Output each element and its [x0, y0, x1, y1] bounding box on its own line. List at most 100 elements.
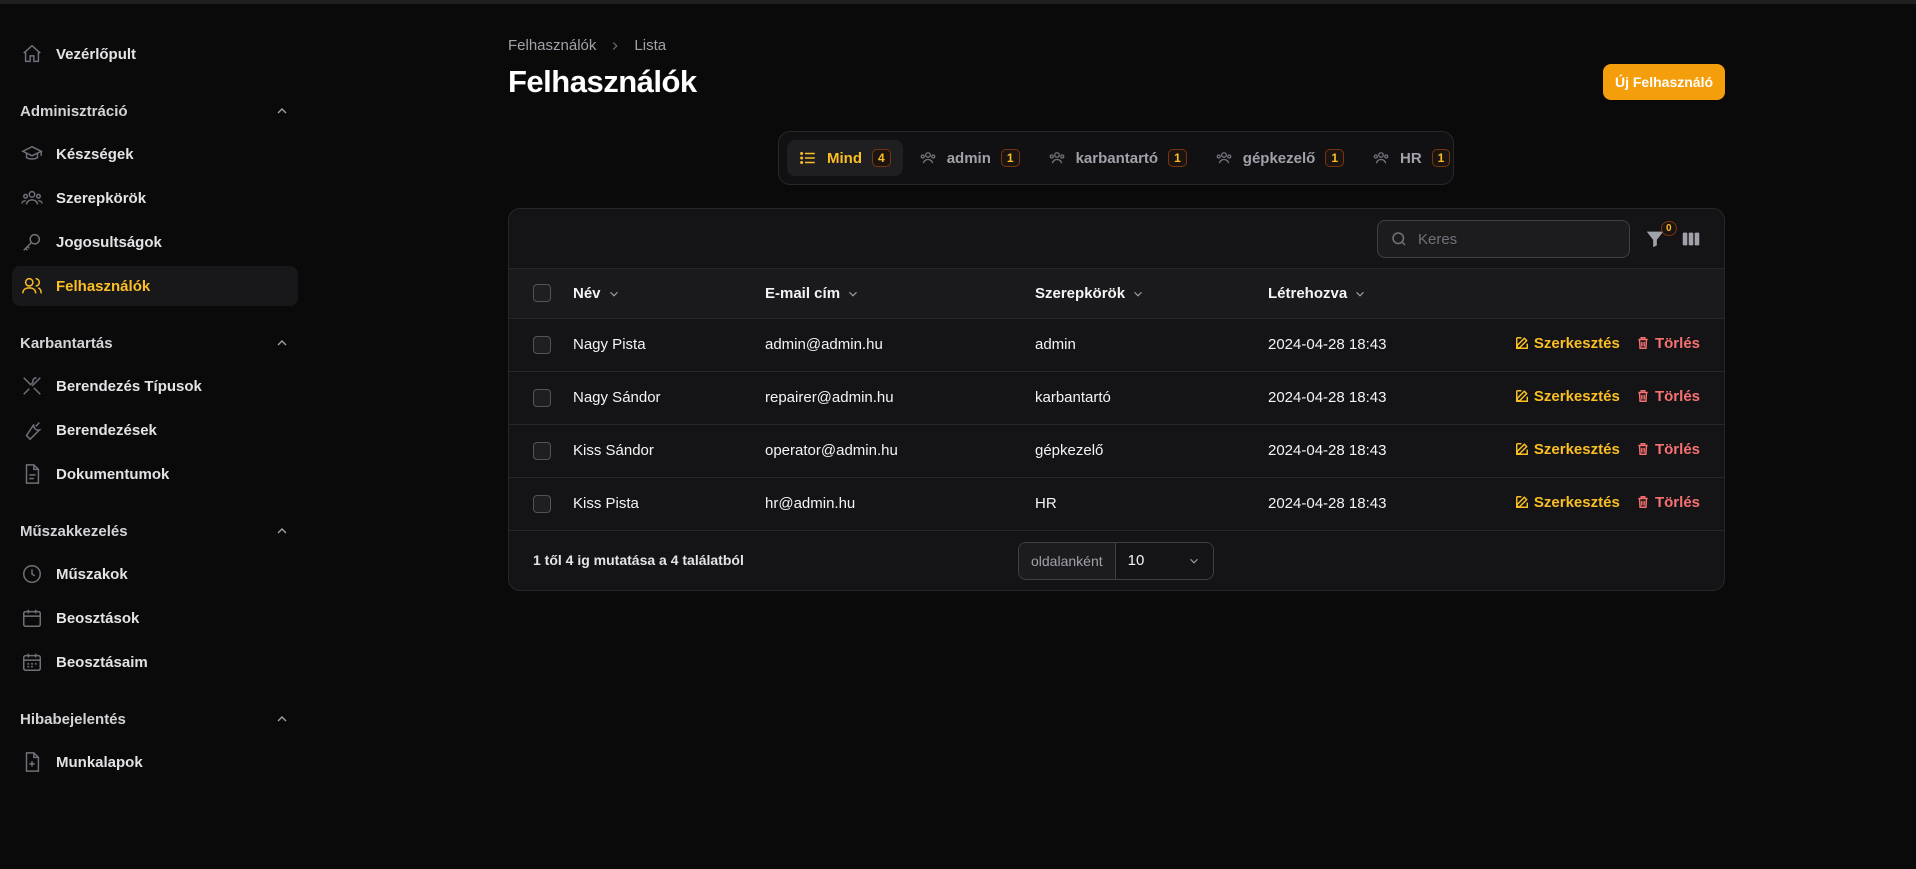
edit-button[interactable]: Szerkesztés: [1515, 335, 1620, 352]
delete-button[interactable]: Törlés: [1636, 441, 1700, 458]
row-actions: Szerkesztés Törlés: [1488, 318, 1724, 371]
trash-icon: [1638, 390, 1648, 403]
column-header-name[interactable]: Név: [573, 269, 765, 318]
delete-button[interactable]: Törlés: [1636, 335, 1700, 352]
delete-label: Törlés: [1654, 493, 1700, 511]
column-header-label: E-mail cím: [765, 284, 841, 302]
tab-admin[interactable]: admin 1: [907, 140, 1032, 176]
table-row: Kiss Sándor operator@admin.hu gépkezelő …: [509, 424, 1724, 477]
cell-role: karbantartó: [1035, 389, 1111, 406]
sidebar-item-label: Szerepkörök: [56, 189, 147, 207]
row-checkbox[interactable]: [533, 441, 551, 460]
tab-count-badge: 1: [1431, 149, 1451, 167]
edit-label: Szerkesztés: [1533, 334, 1620, 352]
tab-label: gépkezelő: [1242, 149, 1316, 167]
column-header-actions: [1488, 269, 1724, 318]
chevron-down-icon: [1356, 291, 1365, 297]
select-all-checkbox[interactable]: [533, 284, 551, 303]
sidebar-item-skills[interactable]: Készségek: [12, 134, 298, 174]
calendar-days-icon: [20, 650, 44, 674]
per-page-dropdown[interactable]: 10: [1115, 542, 1213, 579]
search-input[interactable]: [1418, 230, 1598, 248]
sidebar-item-equipment-types[interactable]: Berendezés Típusok: [12, 366, 298, 406]
edit-icon: [1515, 337, 1528, 350]
tab-count-badge: 1: [1168, 149, 1187, 167]
edit-button[interactable]: Szerkesztés: [1515, 388, 1620, 405]
sidebar-item-dashboard[interactable]: Vezérlőpult: [12, 34, 298, 74]
users-icon: [1216, 152, 1232, 164]
chevron-down-icon: [1190, 558, 1198, 564]
row-checkbox[interactable]: [533, 388, 551, 407]
column-header-email[interactable]: E-mail cím: [765, 269, 1035, 318]
table-row: Nagy Sándor repairer@admin.hu karbantart…: [509, 371, 1724, 424]
per-page-label: oldalanként: [1019, 542, 1116, 579]
sidebar-item-label: Beosztások: [56, 609, 140, 627]
sidebar-item-documents[interactable]: Dokumentumok: [12, 454, 298, 494]
table-toolbar: 0: [509, 209, 1724, 269]
tab-count-badge: 1: [1000, 149, 1020, 167]
sidebar-item-schedules[interactable]: Beosztások: [12, 598, 298, 638]
sidebar-item-permissions[interactable]: Jogosultságok: [12, 222, 298, 262]
column-header-roles[interactable]: Szerepkörök: [1035, 269, 1268, 318]
tab-operator[interactable]: gépkezelő 1: [1203, 140, 1356, 176]
row-checkbox[interactable]: [533, 494, 551, 513]
column-header-label: Létrehozva: [1268, 284, 1348, 302]
sidebar-group-fault-reporting[interactable]: Hibabejelentés: [12, 702, 298, 736]
row-checkbox[interactable]: [533, 335, 551, 354]
column-header-label: Név: [573, 284, 601, 302]
sidebar-group-maintenance[interactable]: Karbantartás: [12, 326, 298, 360]
search-icon: [1392, 232, 1406, 246]
cell-created: 2024-04-28 18:43: [1268, 389, 1387, 406]
chevron-down-icon: [849, 291, 857, 297]
table-header-row: Név E-mail cím Szerepkörök Létrehozva: [509, 269, 1724, 318]
sidebar-item-label: Beosztásaim: [56, 653, 148, 671]
chevron-up-icon: [277, 716, 287, 722]
cell-created: 2024-04-28 18:43: [1268, 442, 1387, 459]
edit-button[interactable]: Szerkesztés: [1515, 494, 1620, 511]
tab-label: HR: [1400, 149, 1422, 167]
trash-icon: [1638, 496, 1648, 509]
tab-count-badge: 4: [872, 149, 891, 167]
page-title: Felhasználók: [508, 64, 697, 99]
sidebar-item-label: Berendezés Típusok: [56, 377, 202, 395]
key-icon: [20, 230, 44, 254]
table-row: Kiss Pista hr@admin.hu HR 2024-04-28 18:…: [509, 477, 1724, 530]
cell-role: HR: [1035, 495, 1057, 512]
sidebar-item-roles[interactable]: Szerepkörök: [12, 178, 298, 218]
trash-icon: [1638, 337, 1648, 350]
row-select-cell: [509, 371, 573, 424]
breadcrumb-link-users[interactable]: Felhasználók: [508, 37, 596, 54]
tab-all[interactable]: Mind 4: [787, 140, 903, 176]
tab-repairer[interactable]: karbantartó 1: [1036, 140, 1199, 176]
tab-label: karbantartó: [1075, 149, 1159, 167]
clock-icon: [20, 562, 44, 586]
delete-button[interactable]: Törlés: [1636, 494, 1700, 511]
table-row: Nagy Pista admin@admin.hu admin 2024-04-…: [509, 318, 1724, 371]
sidebar-item-label: Vezérlőpult: [56, 45, 137, 63]
column-header-label: Szerepkörök: [1035, 284, 1126, 302]
cell-created: 2024-04-28 18:43: [1268, 495, 1387, 512]
sidebar-item-my-schedules[interactable]: Beosztásaim: [12, 642, 298, 682]
edit-label: Szerkesztés: [1533, 493, 1620, 511]
sidebar-item-shifts[interactable]: Műszakok: [12, 554, 298, 594]
row-select-cell: [509, 477, 573, 530]
sidebar-item-equipment[interactable]: Berendezések: [12, 410, 298, 450]
home-icon: [20, 42, 44, 66]
sidebar-group-shifts[interactable]: Műszakkezelés: [12, 514, 298, 548]
column-header-created[interactable]: Létrehozva: [1268, 269, 1488, 318]
sidebar-item-worksheets[interactable]: Munkalapok: [12, 742, 298, 782]
sidebar-item-users[interactable]: Felhasználók: [12, 266, 298, 306]
columns-icon[interactable]: [1680, 228, 1702, 250]
sidebar-group-administration[interactable]: Adminisztráció: [12, 94, 298, 128]
tools-icon: [20, 374, 44, 398]
tab-hr[interactable]: HR 1: [1360, 140, 1462, 176]
edit-icon: [1515, 496, 1528, 509]
edit-button[interactable]: Szerkesztés: [1515, 441, 1620, 458]
delete-button[interactable]: Törlés: [1636, 388, 1700, 405]
select-all-cell: [509, 269, 573, 318]
table-footer: 1 től 4 ig mutatása a 4 találatból oldal…: [509, 531, 1724, 591]
new-user-button[interactable]: Új Felhasználó: [1603, 64, 1725, 100]
filter-count-badge: 0: [1661, 221, 1677, 236]
chevron-right-icon: [613, 41, 618, 50]
tab-count-badge: 1: [1325, 149, 1344, 167]
